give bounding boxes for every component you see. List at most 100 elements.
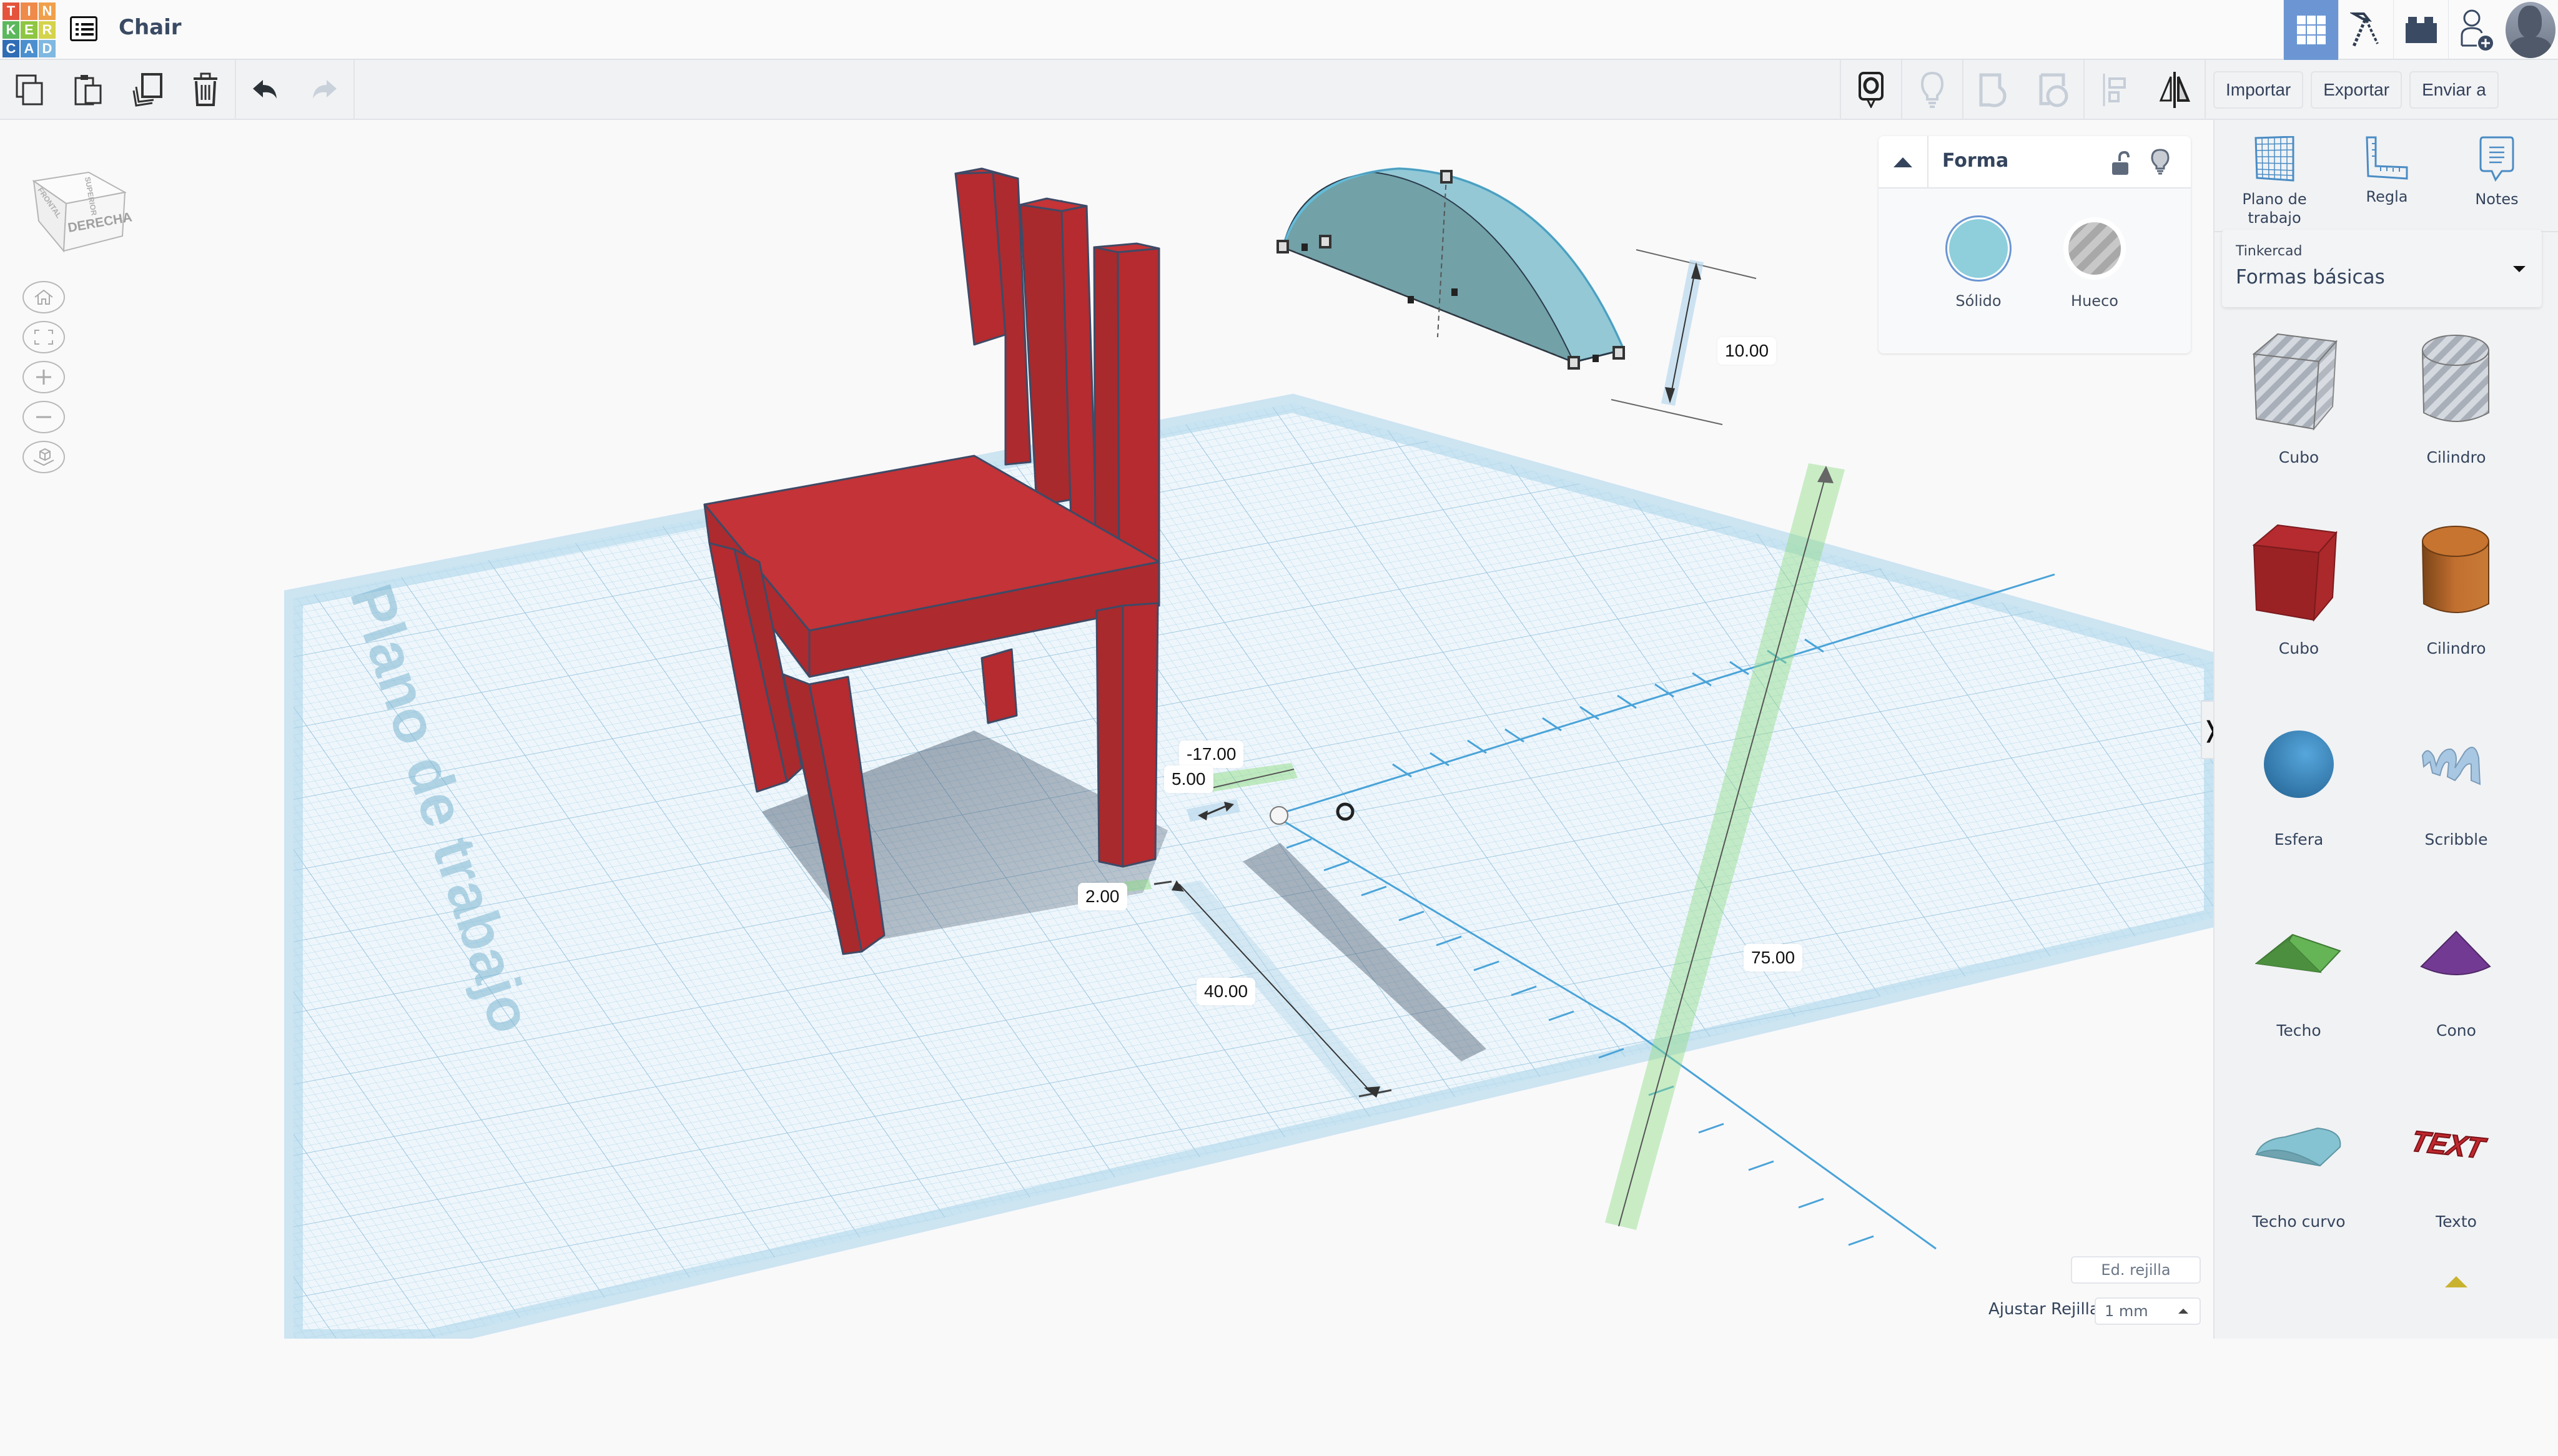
shape-label: Cilindro bbox=[2426, 448, 2486, 466]
edit-grid-button[interactable]: Ed. rejilla bbox=[2071, 1256, 2201, 1284]
perspective-button[interactable] bbox=[22, 441, 65, 473]
sphere-icon bbox=[2264, 730, 2334, 798]
shape-item-text[interactable]: TEXT Texto bbox=[2378, 1084, 2534, 1265]
shape-item-hole-cube[interactable]: Cubo bbox=[2221, 320, 2377, 501]
roof-icon bbox=[2255, 933, 2341, 973]
invite-user-button[interactable] bbox=[2448, 0, 2503, 60]
resize-handle[interactable] bbox=[1277, 240, 1289, 253]
ruler-icon bbox=[2366, 136, 2408, 180]
design-title[interactable]: Chair bbox=[119, 15, 182, 40]
x-offset-label[interactable]: -17.00 bbox=[1179, 740, 1244, 768]
text-shape-word: TEXT bbox=[2409, 1128, 2490, 1164]
top-header: T I N K E R C A D Chair bbox=[0, 0, 2558, 60]
hole-swatch[interactable] bbox=[2063, 217, 2126, 280]
paste-icon bbox=[74, 75, 102, 106]
resize-handle[interactable] bbox=[1319, 235, 1331, 248]
shape-label: Esfera bbox=[2274, 830, 2324, 849]
bricks-lego-icon bbox=[2405, 17, 2437, 43]
library-name: Formas básicas bbox=[2236, 266, 2385, 288]
gap-label[interactable]: 2.00 bbox=[1078, 883, 1127, 910]
blocks-pickaxe-icon bbox=[2349, 12, 2379, 47]
show-notes-button[interactable] bbox=[1841, 60, 1901, 120]
logo-letter: N bbox=[39, 2, 56, 20]
workplane-icon bbox=[2254, 135, 2294, 182]
unlock-icon[interactable] bbox=[2111, 151, 2130, 176]
3d-design-view-button[interactable] bbox=[2283, 0, 2338, 60]
group-icon bbox=[1979, 73, 2007, 107]
resize-handle[interactable] bbox=[1440, 170, 1453, 184]
scribble-icon bbox=[2421, 746, 2481, 785]
caret-down-icon bbox=[2513, 266, 2526, 272]
resize-handle[interactable] bbox=[1568, 356, 1580, 370]
rotate-handle[interactable] bbox=[1270, 806, 1288, 825]
paste-button[interactable] bbox=[59, 60, 117, 120]
design-list-icon[interactable] bbox=[70, 16, 97, 41]
ruler-tool-label: Regla bbox=[2366, 188, 2408, 205]
bricks-view-button[interactable] bbox=[2393, 0, 2448, 60]
logo-letter: A bbox=[21, 40, 37, 57]
align-icon bbox=[2103, 74, 2126, 106]
shape-item-round-roof[interactable]: Techo curvo bbox=[2221, 1084, 2377, 1265]
redo-icon bbox=[313, 80, 337, 99]
workplane-tool[interactable]: Plano de trabajo bbox=[2225, 135, 2324, 227]
import-button[interactable]: Importar bbox=[2213, 71, 2304, 109]
zoom-in-button[interactable] bbox=[22, 361, 65, 393]
export-button[interactable]: Exportar bbox=[2311, 71, 2402, 109]
mirror-button[interactable] bbox=[2145, 60, 2205, 120]
library-source: Tinkercad bbox=[2236, 243, 2303, 259]
snap-grid-select[interactable]: 1 mm bbox=[2095, 1297, 2201, 1325]
light-bulb-icon[interactable] bbox=[2151, 149, 2170, 175]
shape-library-select[interactable]: Tinkercad Formas básicas bbox=[2222, 230, 2542, 307]
shape-item-cylinder[interactable]: Cilindro bbox=[2378, 511, 2534, 692]
pyramid-icon bbox=[2445, 1276, 2467, 1287]
shape-height-label[interactable]: 10.00 bbox=[1717, 337, 1777, 365]
solid-label: Sólido bbox=[1955, 292, 2002, 310]
shape-item-partial[interactable] bbox=[2378, 1275, 2534, 1456]
round-roof-icon bbox=[2255, 1127, 2341, 1167]
y-offset-label[interactable]: 5.00 bbox=[1164, 765, 1213, 793]
handle-dot[interactable] bbox=[1301, 243, 1308, 251]
handle-dot[interactable] bbox=[1593, 355, 1599, 362]
undo-button[interactable] bbox=[236, 60, 295, 120]
shapes-panel: Plano de trabajo Regla Notes Tinkercad F… bbox=[2213, 120, 2558, 1339]
home-view-button[interactable] bbox=[22, 281, 65, 313]
hole-option[interactable]: Hueco bbox=[2063, 217, 2126, 310]
3d-workspace[interactable]: Plano de trabajo DERECHA FRONTAL SUPERIO… bbox=[0, 120, 2213, 1339]
delete-button[interactable] bbox=[176, 60, 235, 120]
shape-label: Scribble bbox=[2424, 830, 2488, 849]
shape-item-roof[interactable]: Techo bbox=[2221, 893, 2377, 1074]
zoom-out-button[interactable] bbox=[22, 401, 65, 433]
blocks-view-button[interactable] bbox=[2338, 0, 2393, 60]
collapse-inspector-button[interactable] bbox=[1879, 136, 1928, 189]
solid-color-swatch[interactable] bbox=[1947, 217, 2010, 280]
duplicate-icon bbox=[132, 73, 162, 107]
align-button bbox=[2085, 60, 2145, 120]
shape-item-cube[interactable]: Cubo bbox=[2221, 511, 2377, 692]
selected-shape[interactable] bbox=[1277, 167, 1757, 425]
logo-letter: D bbox=[39, 40, 56, 57]
solid-option[interactable]: Sólido bbox=[1947, 217, 2010, 310]
notes-tool[interactable]: Notes bbox=[2447, 136, 2547, 209]
elevation-label[interactable]: 75.00 bbox=[1744, 944, 1803, 971]
resize-handle[interactable] bbox=[1612, 346, 1625, 360]
length-label[interactable]: 40.00 bbox=[1197, 978, 1256, 1005]
caret-up-icon bbox=[1894, 157, 1912, 167]
light-button bbox=[1902, 60, 1962, 120]
hole-cylinder-icon bbox=[2421, 335, 2489, 422]
shape-item-scribble[interactable]: Scribble bbox=[2378, 702, 2534, 883]
send-to-button[interactable]: Enviar a bbox=[2409, 71, 2499, 109]
handle-dot[interactable] bbox=[1408, 296, 1414, 303]
user-avatar[interactable] bbox=[2503, 0, 2558, 60]
notes-toggle-icon bbox=[1859, 72, 1884, 108]
fit-all-button[interactable] bbox=[22, 321, 65, 353]
duplicate-button[interactable] bbox=[117, 60, 176, 120]
copy-button[interactable] bbox=[0, 60, 59, 120]
shape-label: Cubo bbox=[2278, 448, 2319, 466]
handle-dot[interactable] bbox=[1451, 288, 1458, 296]
shape-item-sphere[interactable]: Esfera bbox=[2221, 702, 2377, 883]
ruler-tool[interactable]: Regla bbox=[2337, 136, 2437, 206]
shape-item-cone[interactable]: Cono bbox=[2378, 893, 2534, 1074]
tinkercad-logo[interactable]: T I N K E R C A D bbox=[2, 2, 56, 57]
view-cube[interactable]: DERECHA FRONTAL SUPERIOR bbox=[29, 152, 135, 265]
shape-item-hole-cylinder[interactable]: Cilindro bbox=[2378, 320, 2534, 501]
